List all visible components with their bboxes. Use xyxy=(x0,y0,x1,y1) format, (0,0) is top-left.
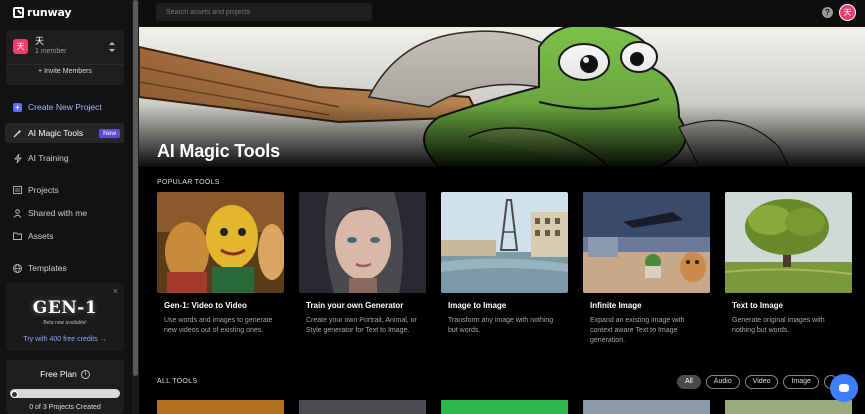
chat-icon xyxy=(839,384,849,392)
projects-progress-bar xyxy=(10,389,120,398)
hero-banner: AI Magic Tools xyxy=(139,27,865,167)
user-avatar[interactable]: 天 xyxy=(839,4,856,21)
tool-title: Train your own Generator xyxy=(306,301,404,310)
info-icon[interactable]: i xyxy=(80,369,90,379)
tool-card-text-to-image[interactable]: Text to Image Generate original images w… xyxy=(725,192,852,336)
team-switcher[interactable]: 天 天 1 member + Invite Members xyxy=(6,30,124,85)
portrait-image xyxy=(299,192,426,293)
surreal-image xyxy=(583,192,710,293)
tree-image xyxy=(725,192,852,293)
sidebar-item-label: Shared with me xyxy=(28,208,88,218)
tool-card-thumbnail[interactable] xyxy=(299,400,426,414)
tool-description: Use words and images to generate new vid… xyxy=(164,317,273,334)
globe-icon xyxy=(13,263,22,273)
sidebar-scrollbar-thumb[interactable] xyxy=(133,0,138,376)
tool-title: Infinite Image xyxy=(590,301,642,310)
tool-card-thumbnail[interactable] xyxy=(583,400,710,414)
search-input[interactable] xyxy=(156,3,372,21)
sidebar-item-assets[interactable]: Assets xyxy=(5,226,124,246)
new-badge: New xyxy=(99,128,121,138)
tool-card-thumbnail[interactable] xyxy=(725,400,852,414)
create-project-label: Create New Project xyxy=(28,102,102,112)
plus-icon: + xyxy=(13,102,22,112)
divider xyxy=(6,64,124,65)
tool-card-train-generator[interactable]: Train your own Generator Create your own… xyxy=(299,192,426,336)
sidebar: runway 天 天 1 member + Invite Members + C… xyxy=(0,0,139,414)
plan-title: Free Plan xyxy=(40,369,77,379)
tool-title: Gen-1: Video to Video xyxy=(164,301,247,310)
tool-card-gen1[interactable]: Gen-1: Video to Video Use words and imag… xyxy=(157,192,284,336)
invite-members-button[interactable]: + Invite Members xyxy=(6,68,124,75)
sidebar-item-label: AI Training xyxy=(28,153,69,163)
tool-description: Expand an existing image with context aw… xyxy=(590,317,685,344)
sidebar-item-label: AI Magic Tools xyxy=(28,128,84,138)
puppet-image xyxy=(157,192,284,293)
close-icon[interactable]: × xyxy=(113,286,118,296)
tool-description: Transform any image with nothing but wor… xyxy=(448,317,554,334)
brand-name: runway xyxy=(27,6,72,19)
tool-description: Create your own Portrait, Animal, or Sty… xyxy=(306,317,417,334)
sidebar-item-label: Assets xyxy=(28,231,54,241)
filter-all[interactable]: All xyxy=(677,375,701,389)
projects-created-count: 0 of 3 Projects Created xyxy=(29,404,101,411)
sidebar-item-ai-training[interactable]: AI Training xyxy=(5,148,124,168)
runway-logo[interactable]: runway xyxy=(13,6,72,19)
tool-description: Generate original images with nothing bu… xyxy=(732,317,825,334)
runway-logo-icon xyxy=(13,7,24,18)
chat-support-button[interactable] xyxy=(830,374,858,402)
team-name: 天 xyxy=(35,37,45,47)
promo-title: GEN-1 xyxy=(32,298,98,318)
progress-knob xyxy=(11,391,18,398)
main-content: POPULAR TOOLS Gen-1: Video to Video Use … xyxy=(139,167,865,414)
paris-image xyxy=(441,192,568,293)
sidebar-item-templates[interactable]: Templates xyxy=(5,258,124,278)
tool-card-thumbnail[interactable] xyxy=(441,400,568,414)
sidebar-item-projects[interactable]: Projects xyxy=(5,180,124,200)
sidebar-item-label: Templates xyxy=(28,263,67,273)
create-new-project-button[interactable]: + Create New Project xyxy=(5,97,124,117)
folder-icon xyxy=(13,232,22,241)
sidebar-item-label: Projects xyxy=(28,185,59,195)
team-avatar: 天 xyxy=(13,39,28,54)
sidebar-item-shared[interactable]: Shared with me xyxy=(5,203,124,223)
tool-title: Image to Image xyxy=(448,301,507,310)
page-title: AI Magic Tools xyxy=(157,141,280,161)
all-tools-heading: ALL TOOLS xyxy=(157,378,198,385)
popular-tools-heading: POPULAR TOOLS xyxy=(157,179,220,186)
gen1-promo-card[interactable]: × GEN-1 Beta now available! Try with 400… xyxy=(6,283,124,351)
team-member-count: 1 member xyxy=(35,48,67,55)
tool-card-infinite-image[interactable]: Infinite Image Expand an existing image … xyxy=(583,192,710,346)
chevron-up-down-icon[interactable] xyxy=(108,42,116,52)
projects-icon xyxy=(13,186,22,195)
tool-title: Text to Image xyxy=(732,301,783,310)
tool-filters: All Audio Video Image xyxy=(677,375,838,389)
tool-card-thumbnail[interactable] xyxy=(157,400,284,414)
sidebar-item-ai-magic-tools[interactable]: AI Magic Tools New xyxy=(5,123,124,143)
try-free-credits-link[interactable]: Try with 400 free credits → xyxy=(6,336,124,343)
tool-card-image-to-image[interactable]: Image to Image Transform any image with … xyxy=(441,192,568,336)
promo-subtitle: Beta now available! xyxy=(43,320,87,326)
plan-card: Free Plan i 0 of 3 Projects Created xyxy=(6,360,124,414)
shared-icon xyxy=(13,208,22,218)
help-icon[interactable]: ? xyxy=(822,7,833,18)
magic-wand-icon xyxy=(13,129,22,138)
lightning-icon xyxy=(13,153,22,163)
top-bar: ? 天 xyxy=(139,0,865,27)
filter-video[interactable]: Video xyxy=(744,375,779,389)
filter-audio[interactable]: Audio xyxy=(705,375,740,389)
filter-image[interactable]: Image xyxy=(783,375,819,389)
